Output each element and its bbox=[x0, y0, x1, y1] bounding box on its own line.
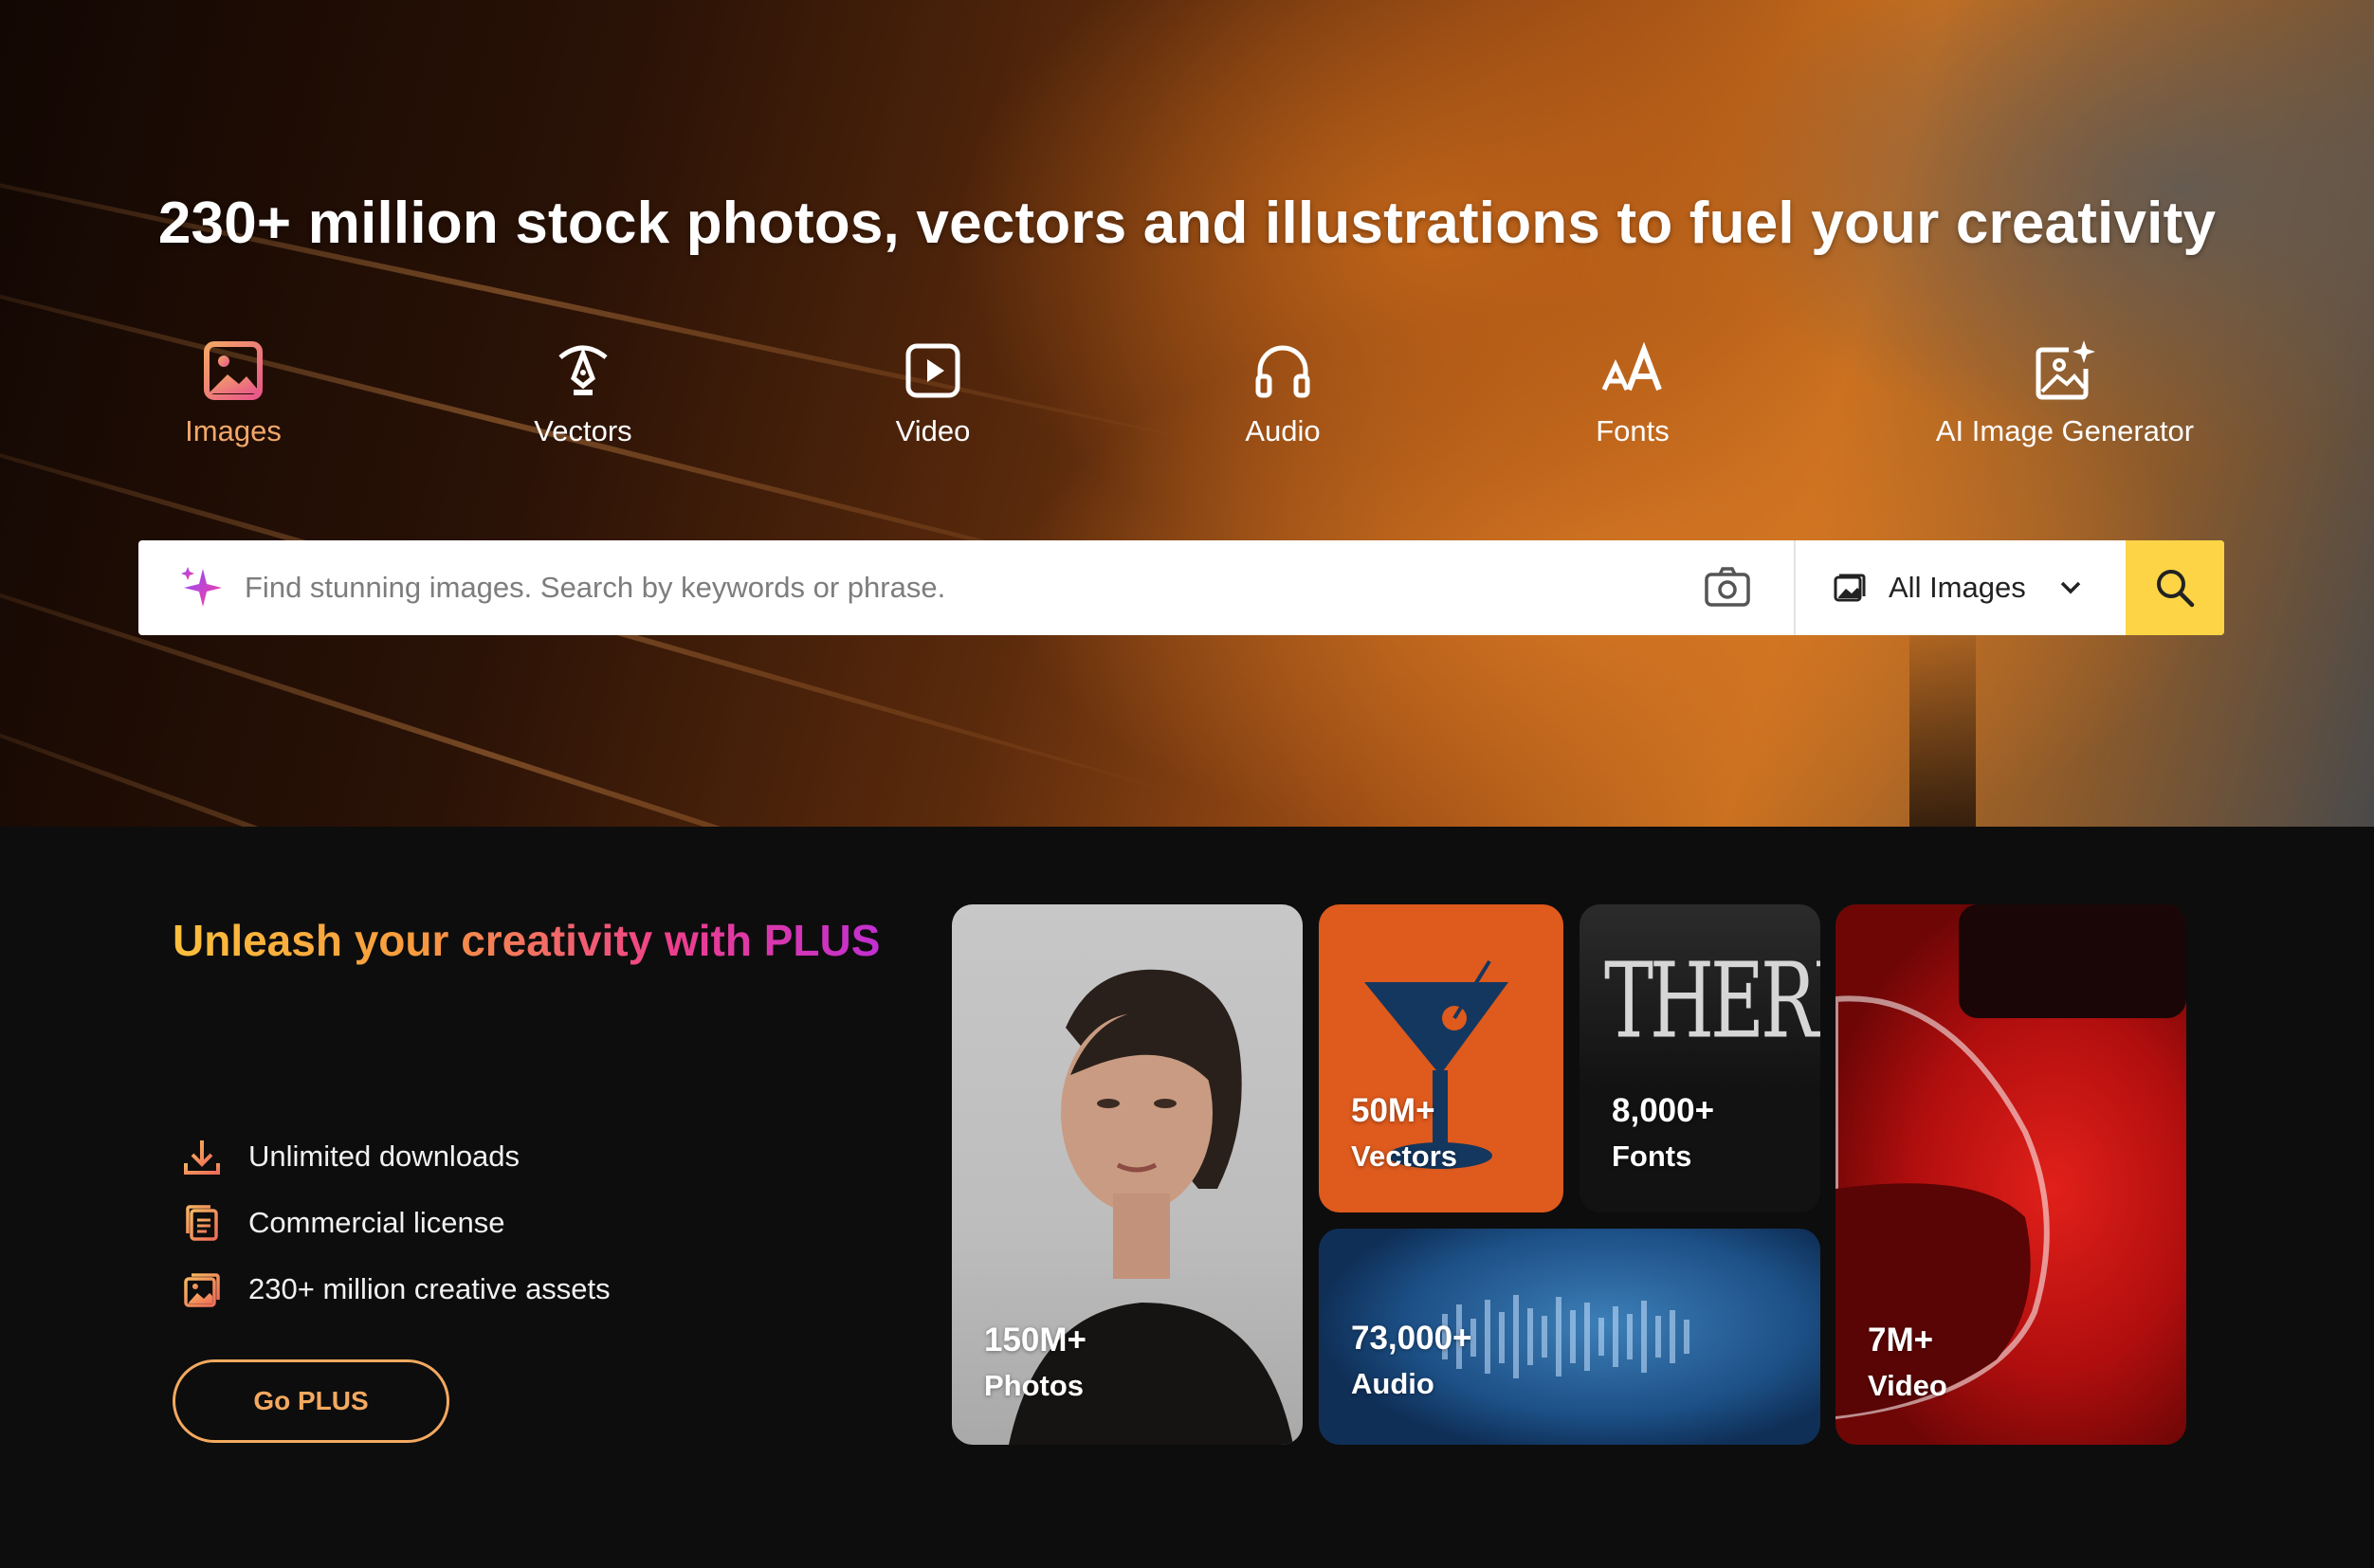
tile-audio[interactable]: 73,000+ Audio bbox=[1319, 1229, 1820, 1445]
license-icon bbox=[186, 1205, 218, 1241]
search-button[interactable] bbox=[2126, 540, 2224, 635]
tab-video[interactable]: Video bbox=[800, 337, 1066, 448]
wine-glass-illustration bbox=[1835, 904, 2186, 1420]
tab-label: Images bbox=[185, 414, 282, 447]
plus-perks-list: Unlimited downloads Commercial license 2… bbox=[180, 1123, 611, 1322]
download-icon bbox=[184, 1140, 220, 1175]
tile-label: Vectors bbox=[1351, 1140, 1458, 1173]
tab-images[interactable]: Images bbox=[100, 337, 366, 448]
tile-count: 8,000+ bbox=[1612, 1092, 1715, 1129]
tab-audio[interactable]: Audio bbox=[1150, 337, 1415, 448]
go-plus-button[interactable]: Go PLUS bbox=[173, 1359, 449, 1443]
tab-vectors[interactable]: Vectors bbox=[450, 337, 716, 448]
category-tabs: Images Vectors Video Audio Fonts AI Imag… bbox=[0, 337, 2374, 479]
perk-label: Commercial license bbox=[248, 1206, 505, 1239]
tab-fonts[interactable]: Fonts bbox=[1500, 337, 1765, 448]
images-icon bbox=[184, 1273, 220, 1307]
tile-count: 150M+ bbox=[984, 1322, 1087, 1358]
tab-label: Vectors bbox=[534, 414, 632, 447]
tile-vectors[interactable]: 50M+ Vectors bbox=[1319, 904, 1563, 1212]
search-input[interactable] bbox=[245, 559, 1699, 616]
tile-count: 7M+ bbox=[1868, 1322, 1934, 1358]
tile-count: 50M+ bbox=[1351, 1092, 1435, 1129]
ai-image-icon bbox=[2036, 340, 2095, 400]
tile-count: 73,000+ bbox=[1351, 1320, 1472, 1357]
tile-label: Audio bbox=[1351, 1367, 1434, 1400]
perk-unlimited-downloads: Unlimited downloads bbox=[180, 1123, 611, 1190]
perk-label: Unlimited downloads bbox=[248, 1140, 520, 1173]
image-icon bbox=[1834, 574, 1866, 602]
perk-label: 230+ million creative assets bbox=[248, 1272, 611, 1305]
tile-label: Video bbox=[1868, 1369, 1947, 1402]
tile-photos[interactable]: 150M+ Photos bbox=[952, 904, 1303, 1445]
tile-fonts[interactable]: THERLALU 8,000+ Fonts bbox=[1580, 904, 1820, 1212]
asset-type-dropdown[interactable]: All Images bbox=[1796, 540, 2126, 635]
headphones-icon bbox=[1255, 345, 1310, 398]
sparkle-icon bbox=[181, 567, 222, 607]
play-icon bbox=[905, 343, 960, 398]
chevron-down-icon bbox=[2060, 581, 2080, 594]
tab-ai-image-generator[interactable]: AI Image Generator bbox=[1923, 337, 2207, 448]
font-sample: THERLALU bbox=[1604, 942, 1820, 1062]
tile-label: Photos bbox=[984, 1369, 1085, 1402]
plus-heading: Unleash your creativity with PLUS bbox=[173, 916, 881, 965]
tab-label: Audio bbox=[1245, 414, 1321, 447]
font-size-icon bbox=[1601, 341, 1662, 392]
perk-commercial-license: Commercial license bbox=[180, 1190, 611, 1256]
decorative-wave bbox=[0, 664, 1148, 827]
pen-tool-icon bbox=[558, 345, 608, 395]
decorative-shadow bbox=[1909, 609, 1976, 827]
portrait-illustration bbox=[1009, 969, 1293, 1445]
camera-icon[interactable] bbox=[1699, 559, 1756, 616]
search-bar: All Images bbox=[138, 540, 2224, 635]
hero-banner: 230+ million stock photos, vectors and i… bbox=[0, 0, 2374, 827]
tab-label: AI Image Generator bbox=[1935, 414, 2195, 447]
search-icon bbox=[2157, 570, 2195, 608]
tab-label: Fonts bbox=[1596, 414, 1670, 447]
tile-video[interactable]: 7M+ Video bbox=[1835, 904, 2186, 1445]
tile-label: Fonts bbox=[1612, 1140, 1692, 1173]
tab-label: Video bbox=[895, 414, 971, 447]
hero-headline: 230+ million stock photos, vectors and i… bbox=[157, 191, 2217, 256]
asset-type-selected: All Images bbox=[1889, 571, 2026, 604]
image-icon bbox=[204, 341, 263, 400]
perk-creative-assets: 230+ million creative assets bbox=[180, 1256, 611, 1322]
